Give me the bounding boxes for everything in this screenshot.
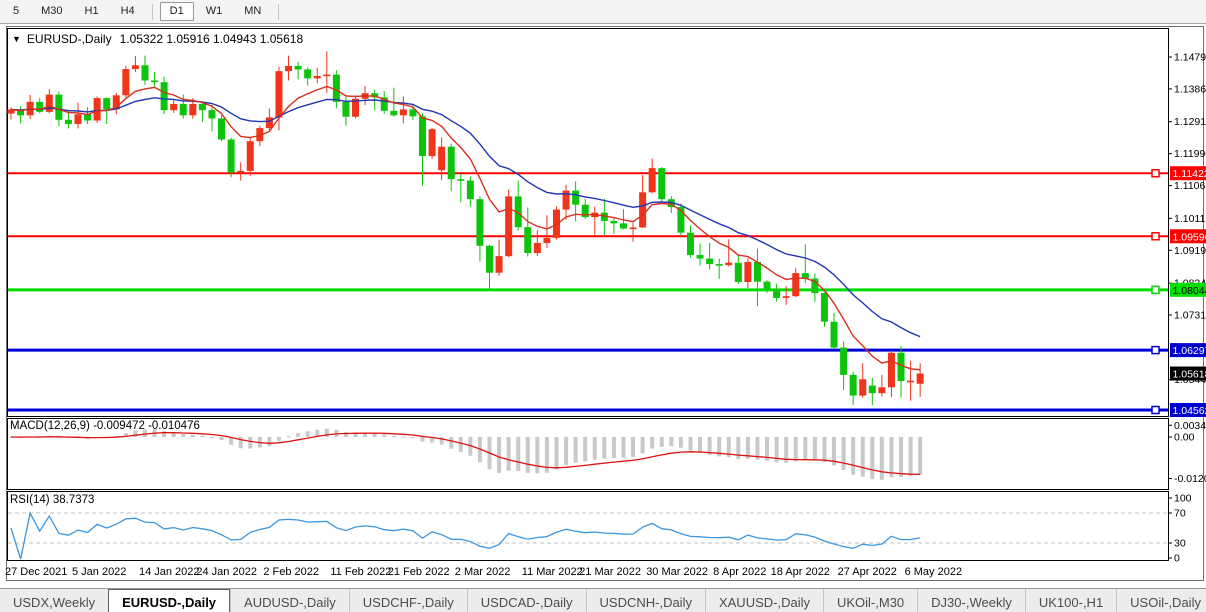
chart-title: ▼ EURUSD-,Daily 1.05322 1.05916 1.04943 1.…: [12, 32, 303, 46]
svg-text:11 Feb 2022: 11 Feb 2022: [330, 566, 391, 578]
hline-handle[interactable]: [1152, 170, 1159, 177]
svg-text:1.09190: 1.09190: [1174, 245, 1206, 257]
tab-eurusd-daily[interactable]: EURUSD-,Daily: [108, 589, 230, 612]
tab-usdcad-daily[interactable]: USDCAD-,Daily: [467, 589, 586, 612]
svg-text:1.04562: 1.04562: [1173, 405, 1206, 417]
svg-text:100: 100: [1174, 493, 1192, 505]
svg-text:30 Mar 2022: 30 Mar 2022: [646, 566, 708, 578]
svg-text:24 Jan 2022: 24 Jan 2022: [196, 566, 257, 578]
tab-usdchf-daily[interactable]: USDCHF-,Daily: [349, 589, 467, 612]
svg-text:21 Feb 2022: 21 Feb 2022: [388, 566, 450, 578]
hline-handle[interactable]: [1152, 286, 1159, 293]
svg-text:70: 70: [1174, 508, 1186, 520]
svg-text:6 May 2022: 6 May 2022: [905, 566, 962, 578]
svg-text:18 Apr 2022: 18 Apr 2022: [771, 566, 830, 578]
tab-ukoil-m30[interactable]: UKOil-,M30: [823, 589, 917, 612]
svg-text:1.11065: 1.11065: [1174, 180, 1206, 192]
tab-usdcnh-daily[interactable]: USDCNH-,Daily: [586, 589, 705, 612]
svg-text:1.09596: 1.09596: [1173, 231, 1206, 243]
svg-text:27 Apr 2022: 27 Apr 2022: [838, 566, 897, 578]
svg-text:27 Dec 2021: 27 Dec 2021: [5, 566, 67, 578]
svg-text:8 Apr 2022: 8 Apr 2022: [713, 566, 766, 578]
chart-canvas[interactable]: 1.14790 1.13865 1.12915 1.11990 1.11065 1.101…: [0, 24, 1206, 588]
svg-text:14 Jan 2022: 14 Jan 2022: [139, 566, 200, 578]
tab-usoil-daily[interactable]: USOil-,Daily: [1116, 589, 1206, 612]
svg-text:0: 0: [1174, 553, 1180, 565]
timeframe-button-5[interactable]: 5: [3, 2, 29, 21]
chart-title-symbol: EURUSD-,Daily: [27, 32, 112, 46]
svg-text:1.12915: 1.12915: [1174, 116, 1206, 128]
chart-dropdown-icon[interactable]: ▼: [12, 34, 21, 44]
toolbar-separator: [278, 4, 279, 20]
timeframe-toolbar: 5M30H1H4 D1W1MN: [0, 0, 1206, 24]
svg-text:21 Mar 2022: 21 Mar 2022: [579, 566, 641, 578]
svg-text:5 Jan 2022: 5 Jan 2022: [72, 566, 126, 578]
tab-usdx-weekly[interactable]: USDX,Weekly: [0, 589, 108, 612]
toolbar-separator: [152, 4, 153, 20]
svg-text:1.05618: 1.05618: [1173, 369, 1206, 381]
svg-text:0.00: 0.00: [1174, 432, 1195, 444]
macd-indicator-label: MACD(12,26,9) -0.009472 -0.010476: [10, 420, 200, 432]
svg-text:1.13865: 1.13865: [1174, 83, 1206, 95]
svg-text:1.06297: 1.06297: [1173, 345, 1206, 357]
tab-xauusd-daily[interactable]: XAUUSD-,Daily: [705, 589, 823, 612]
tab-dj30-weekly[interactable]: DJ30-,Weekly: [917, 589, 1025, 612]
timeframe-button-m30[interactable]: M30: [31, 2, 72, 21]
hline-handle[interactable]: [1152, 233, 1159, 240]
timeframe-button-h1[interactable]: H1: [75, 2, 109, 21]
svg-text:11 Mar 2022: 11 Mar 2022: [522, 566, 583, 578]
timeframe-button-h4[interactable]: H4: [111, 2, 145, 21]
hline-handle[interactable]: [1152, 406, 1159, 413]
tab-uk100-h1[interactable]: UK100-,H1: [1025, 589, 1116, 612]
svg-text:-0.01205: -0.01205: [1174, 473, 1206, 485]
timeframe-button-d1[interactable]: D1: [160, 2, 194, 21]
svg-text:1.14790: 1.14790: [1174, 52, 1206, 64]
chart-title-ohlc: 1.05322 1.05916 1.04943 1.05618: [120, 32, 304, 46]
chart-window[interactable]: 1.14790 1.13865 1.12915 1.11990 1.11065 1.101…: [0, 24, 1206, 588]
svg-text:1.11422: 1.11422: [1173, 168, 1206, 180]
svg-text:1.08044: 1.08044: [1173, 285, 1206, 297]
timeframe-button-w1[interactable]: W1: [196, 2, 233, 21]
rsi-indicator-label: RSI(14) 38.7373: [10, 494, 94, 506]
chart-tab-bar: USDX,WeeklyEURUSD-,DailyAUDUSD-,DailyUSD…: [0, 588, 1206, 612]
hline-handle[interactable]: [1152, 347, 1159, 354]
svg-text:30: 30: [1174, 538, 1186, 550]
svg-text:1.11990: 1.11990: [1174, 148, 1206, 160]
timeframe-button-mn[interactable]: MN: [234, 2, 271, 21]
date-axis[interactable]: 27 Dec 2021 5 Jan 2022 14 Jan 202224 Jan 2…: [5, 566, 962, 578]
tab-audusd-daily[interactable]: AUDUSD-,Daily: [230, 589, 349, 612]
svg-text:2 Feb 2022: 2 Feb 2022: [263, 566, 319, 578]
svg-text:2 Mar 2022: 2 Mar 2022: [455, 566, 511, 578]
svg-text:1.10115: 1.10115: [1174, 213, 1206, 225]
svg-text:0.003408: 0.003408: [1174, 420, 1206, 432]
svg-text:1.07315: 1.07315: [1174, 309, 1206, 321]
